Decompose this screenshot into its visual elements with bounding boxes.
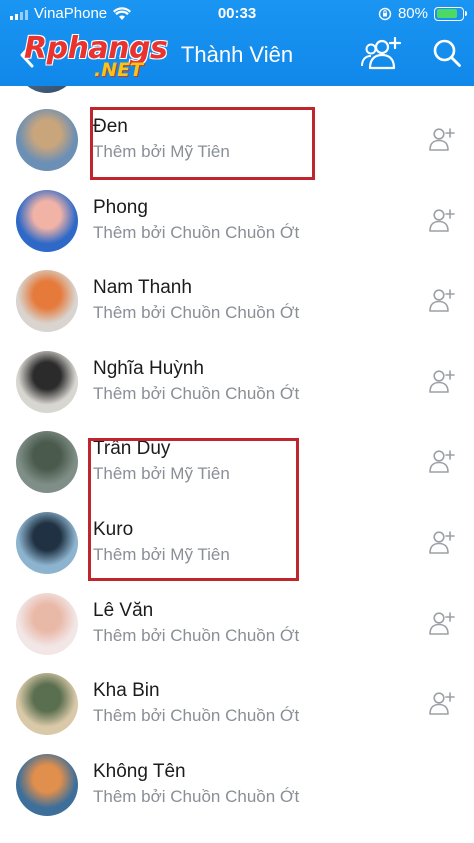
avatar[interactable]	[16, 592, 78, 655]
status-right: 80%	[378, 5, 467, 22]
highlight-box-2	[88, 438, 299, 581]
member-added-by: Thêm bởi Chuồn Chuồn Ớt	[93, 786, 300, 806]
battery-fill	[436, 9, 457, 18]
nav-bar: Rphangs .NET Thành Viên	[0, 28, 474, 86]
add-friend-icon[interactable]	[428, 287, 456, 313]
list-item[interactable]: Lê Văn Thêm bởi Chuồn Chuồn Ớt	[0, 584, 474, 664]
avatar[interactable]	[16, 431, 78, 494]
avatar[interactable]	[16, 189, 78, 252]
member-name: Nghĩa Huỳnh	[93, 357, 204, 379]
avatar	[16, 86, 78, 93]
member-added-by: Thêm bởi Chuồn Chuồn Ớt	[93, 303, 300, 323]
add-friend-icon[interactable]	[428, 448, 456, 474]
battery-icon	[434, 6, 467, 21]
member-name: Nam Thanh	[93, 277, 192, 299]
orientation-lock-icon	[378, 7, 392, 20]
page-title: Thành Viên	[180, 42, 294, 67]
member-added-by: Thêm bởi Chuồn Chuồn Ớt	[93, 706, 300, 726]
avatar[interactable]	[16, 109, 78, 171]
list-item[interactable]: Nam Thanh Thêm bởi Chuồn Chuồn Ớt	[0, 261, 474, 341]
add-member-icon[interactable]	[360, 36, 402, 70]
avatar[interactable]	[16, 673, 78, 736]
highlight-box-1	[90, 107, 315, 180]
add-friend-icon[interactable]	[428, 529, 456, 555]
add-friend-icon[interactable]	[428, 610, 456, 636]
member-name: Lê Văn	[93, 599, 154, 621]
member-name: Phong	[93, 196, 148, 218]
list-item[interactable]: Phong Thêm bởi Chuồn Chuồn Ớt	[0, 181, 474, 261]
member-name: Không Tên	[93, 760, 186, 782]
add-friend-icon[interactable]	[428, 690, 456, 716]
search-icon[interactable]	[432, 38, 462, 68]
add-friend-icon[interactable]	[428, 368, 456, 394]
avatar[interactable]	[16, 270, 78, 333]
member-name: Kha Bin	[93, 680, 160, 702]
list-item[interactable]: Kha Bin Thêm bởi Chuồn Chuồn Ớt	[0, 664, 474, 744]
avatar[interactable]	[16, 512, 78, 574]
add-friend-icon[interactable]	[428, 126, 456, 152]
app-header: VinaPhone 00:33 80% Rphangs .NET Thành V…	[0, 0, 474, 86]
avatar[interactable]	[16, 753, 78, 816]
avatar[interactable]	[16, 350, 78, 413]
member-added-by: Thêm bởi Chuồn Chuồn Ớt	[93, 222, 300, 242]
status-bar: VinaPhone 00:33 80%	[0, 0, 474, 28]
battery-label: 80%	[397, 5, 428, 22]
list-item[interactable]: Nghĩa Huỳnh Thêm bởi Chuồn Chuồn Ớt	[0, 342, 474, 422]
member-added-by: Thêm bởi Chuồn Chuồn Ớt	[93, 383, 300, 403]
add-friend-icon[interactable]	[428, 207, 456, 233]
list-item[interactable]: Không Tên Thêm bởi Chuồn Chuồn Ớt	[0, 745, 474, 825]
member-added-by: Thêm bởi Chuồn Chuồn Ớt	[93, 625, 300, 645]
